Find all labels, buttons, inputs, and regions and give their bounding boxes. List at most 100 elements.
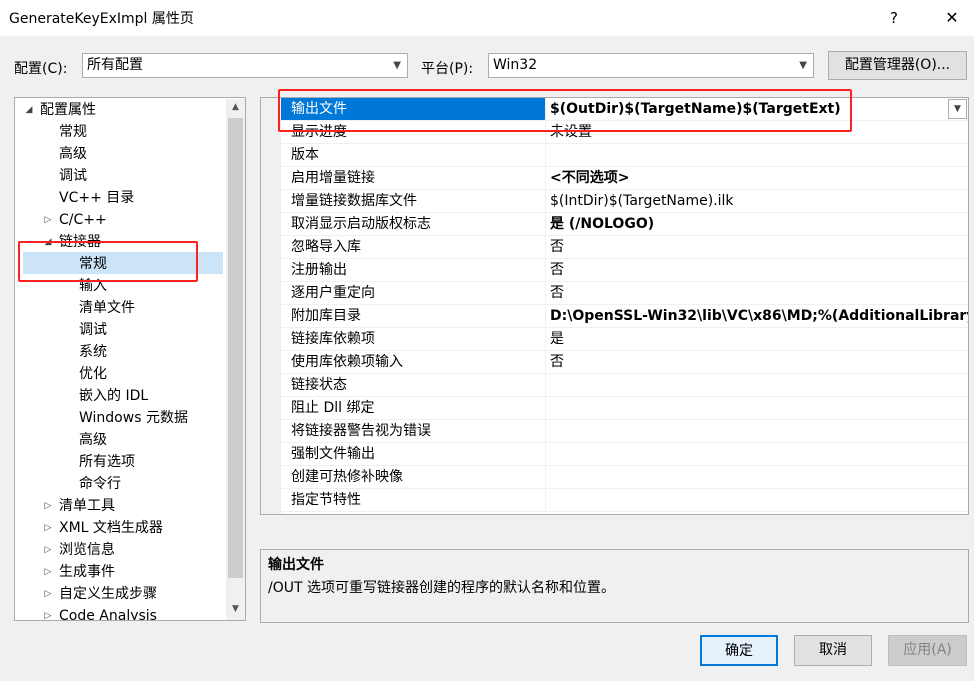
property-row[interactable]: 使用库依赖项输入 否 xyxy=(281,351,968,374)
column-divider xyxy=(545,213,546,235)
description-panel: 输出文件 /OUT 选项可重写链接器创建的程序的默认名称和位置。 xyxy=(260,549,969,623)
collapse-arrow-icon[interactable]: ▷ xyxy=(42,215,54,225)
property-name: 强制文件输出 xyxy=(291,446,375,462)
scroll-down-icon[interactable]: ▼ xyxy=(226,601,245,618)
tree-item[interactable]: 命令行 xyxy=(79,473,121,495)
property-row[interactable]: 增量链接数据库文件 $(IntDir)$(TargetName).ilk xyxy=(281,190,968,213)
description-text: /OUT 选项可重写链接器创建的程序的默认名称和位置。 xyxy=(268,580,615,596)
tree-item[interactable]: 调试 xyxy=(59,165,87,187)
column-divider xyxy=(545,259,546,281)
column-divider xyxy=(545,282,546,304)
property-row[interactable]: 链接库依赖项 是 xyxy=(281,328,968,351)
tree-item[interactable]: 高级 xyxy=(79,429,107,451)
property-name: 链接库依赖项 xyxy=(291,331,375,347)
apply-button[interactable]: 应用(A) xyxy=(888,635,967,666)
tree-item[interactable]: 常规 xyxy=(59,121,87,143)
config-select[interactable]: 所有配置 ▼ xyxy=(82,53,408,78)
property-row[interactable]: 链接状态 xyxy=(281,374,968,397)
property-name: 附加库目录 xyxy=(291,308,361,324)
tree-item[interactable]: 优化 xyxy=(79,363,107,385)
tree-item[interactable]: 所有选项 xyxy=(79,451,135,473)
property-value[interactable]: <不同选项> xyxy=(550,167,629,189)
property-row[interactable]: 强制文件输出 xyxy=(281,443,968,466)
collapse-arrow-icon[interactable]: ▷ xyxy=(42,545,54,555)
column-divider xyxy=(545,443,546,465)
tree-item[interactable]: 浏览信息 xyxy=(59,539,115,561)
help-button[interactable]: ? xyxy=(878,4,910,32)
ok-button[interactable]: 确定 xyxy=(700,635,778,666)
platform-select[interactable]: Win32 ▼ xyxy=(488,53,814,78)
column-divider xyxy=(545,328,546,350)
property-value[interactable]: D:\OpenSSL-Win32\lib\VC\x86\MD;%(Additio… xyxy=(550,305,968,327)
property-name: 增量链接数据库文件 xyxy=(291,193,417,209)
collapse-arrow-icon[interactable]: ▷ xyxy=(42,567,54,577)
tree-item[interactable]: 配置属性 xyxy=(40,99,96,121)
property-name: 忽略导入库 xyxy=(291,239,361,255)
property-value[interactable]: 是 xyxy=(550,328,564,350)
property-row[interactable]: 版本 xyxy=(281,144,968,167)
chevron-down-icon: ▼ xyxy=(799,60,807,71)
column-divider xyxy=(545,190,546,212)
tree-item[interactable]: 清单工具 xyxy=(59,495,115,517)
close-button[interactable]: ✕ xyxy=(932,4,972,32)
value-dropdown-icon[interactable]: ▼ xyxy=(948,99,967,119)
column-divider xyxy=(545,167,546,189)
annotation-box-output-file xyxy=(278,89,852,132)
property-row[interactable]: 指定节特性 xyxy=(281,489,968,512)
collapse-arrow-icon[interactable]: ▷ xyxy=(42,501,54,511)
property-value[interactable]: 否 xyxy=(550,282,564,304)
property-row[interactable]: 忽略导入库 否 xyxy=(281,236,968,259)
tree-item[interactable]: 嵌入的 IDL xyxy=(79,385,148,407)
tree-item[interactable]: XML 文档生成器 xyxy=(59,517,163,539)
property-row[interactable]: 将链接器警告视为错误 xyxy=(281,420,968,443)
property-value[interactable]: 否 xyxy=(550,351,564,373)
platform-select-value: Win32 xyxy=(493,57,538,73)
tree-item[interactable]: 清单文件 xyxy=(79,297,135,319)
tree-item[interactable]: 调试 xyxy=(79,319,107,341)
column-divider xyxy=(545,236,546,258)
property-row[interactable]: 注册输出 否 xyxy=(281,259,968,282)
property-value[interactable]: 是 (/NOLOGO) xyxy=(550,213,654,235)
property-row[interactable]: 逐用户重定向 否 xyxy=(281,282,968,305)
tree-item[interactable]: C/C++ xyxy=(59,209,107,231)
expand-arrow-icon[interactable]: ◢ xyxy=(23,105,35,115)
scroll-thumb[interactable] xyxy=(228,118,243,578)
property-value[interactable]: 否 xyxy=(550,236,564,258)
column-divider xyxy=(545,144,546,166)
config-manager-button[interactable]: 配置管理器(O)... xyxy=(828,51,967,80)
property-tree[interactable]: ◢ 配置属性 常规 高级 调试 VC++ 目录 ▷ C/C++ ◢ 链接器 常规 输入 清单文件 调试 系统… xyxy=(14,97,246,621)
property-value[interactable]: 否 xyxy=(550,259,564,281)
property-name: 创建可热修补映像 xyxy=(291,469,403,485)
tree-item[interactable]: 生成事件 xyxy=(59,561,115,583)
tree-item[interactable]: Code Analysis xyxy=(59,605,157,620)
property-name: 逐用户重定向 xyxy=(291,285,375,301)
column-divider xyxy=(545,489,546,511)
platform-label: 平台(P): xyxy=(421,61,474,77)
tree-item[interactable]: Windows 元数据 xyxy=(79,407,188,429)
property-grid[interactable]: 输出文件 $(OutDir)$(TargetName)$(TargetExt) ▼ 显… xyxy=(260,97,969,515)
property-value[interactable]: $(IntDir)$(TargetName).ilk xyxy=(550,190,734,212)
property-row[interactable]: 取消显示启动版权标志 是 (/NOLOGO) xyxy=(281,213,968,236)
tree-item[interactable]: 系统 xyxy=(79,341,107,363)
cancel-button[interactable]: 取消 xyxy=(794,635,872,666)
property-row[interactable]: 创建可热修补映像 xyxy=(281,466,968,489)
description-title: 输出文件 xyxy=(268,557,324,573)
tree-item[interactable]: VC++ 目录 xyxy=(59,187,134,209)
scroll-up-icon[interactable]: ▲ xyxy=(226,99,245,116)
property-name: 启用增量链接 xyxy=(291,170,375,186)
column-divider xyxy=(545,351,546,373)
property-row[interactable]: 启用增量链接 <不同选项> xyxy=(281,167,968,190)
collapse-arrow-icon[interactable]: ▷ xyxy=(42,523,54,533)
tree-item[interactable]: 高级 xyxy=(59,143,87,165)
property-row[interactable]: 附加库目录 D:\OpenSSL-Win32\lib\VC\x86\MD;%(Ad… xyxy=(281,305,968,328)
collapse-arrow-icon[interactable]: ▷ xyxy=(42,611,54,620)
tree-scrollbar[interactable]: ▲ ▼ xyxy=(226,99,245,620)
chevron-down-icon: ▼ xyxy=(393,60,401,71)
collapse-arrow-icon[interactable]: ▷ xyxy=(42,589,54,599)
property-name: 使用库依赖项输入 xyxy=(291,354,403,370)
property-name: 取消显示启动版权标志 xyxy=(291,216,431,232)
tree-item[interactable]: 自定义生成步骤 xyxy=(59,583,157,605)
property-row[interactable]: 阻止 Dll 绑定 xyxy=(281,397,968,420)
annotation-box-tree xyxy=(18,241,198,282)
property-name: 版本 xyxy=(291,147,319,163)
